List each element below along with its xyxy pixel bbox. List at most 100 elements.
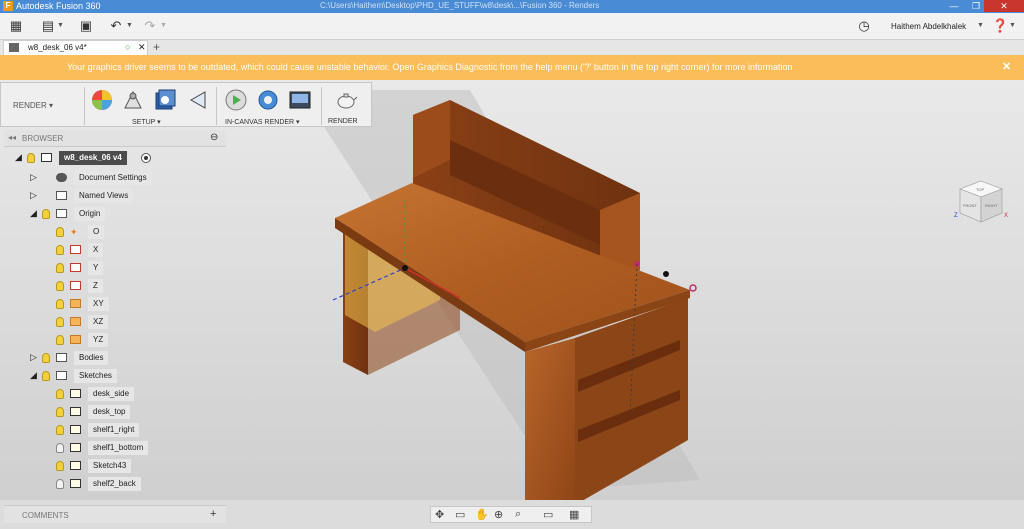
- visibility-bulb-icon[interactable]: [56, 245, 64, 255]
- undo-icon[interactable]: ↶: [108, 19, 124, 33]
- document-tab-label: w8_desk_06 v4*: [28, 43, 87, 52]
- expand-toggle-icon[interactable]: ◢: [30, 208, 37, 219]
- visibility-bulb-icon[interactable]: [56, 281, 64, 291]
- capture-image-icon[interactable]: [288, 88, 312, 112]
- display-settings-icon[interactable]: ▭: [543, 508, 553, 521]
- browser-node-shelf2-back[interactable]: shelf2_back: [4, 477, 226, 491]
- folder-icon: [56, 209, 67, 218]
- expand-toggle-icon[interactable]: ◢: [30, 370, 37, 381]
- decal-icon[interactable]: [187, 88, 211, 112]
- browser-node-origin[interactable]: ◢ Origin: [4, 207, 226, 221]
- visibility-bulb-icon[interactable]: [42, 371, 50, 381]
- appearance-icon[interactable]: [90, 88, 114, 112]
- save-icon[interactable]: ▣: [78, 19, 94, 33]
- clock-icon[interactable]: ◷: [856, 19, 872, 33]
- origin-point[interactable]: [402, 265, 408, 271]
- render-teapot-icon[interactable]: [334, 88, 358, 112]
- browser-node-desk-top[interactable]: desk_top: [4, 405, 226, 419]
- browser-node-label: X: [88, 243, 104, 257]
- redo-icon[interactable]: ↷: [142, 19, 158, 33]
- plane-icon: [70, 317, 81, 326]
- redo-caret-icon[interactable]: ▼: [160, 22, 167, 29]
- browser-node-xz[interactable]: XZ: [4, 315, 226, 329]
- browser-node-label: Y: [88, 261, 104, 275]
- visibility-bulb-icon[interactable]: [56, 407, 64, 417]
- browser-node-w8-desk-06-v4[interactable]: ◢ w8_desk_06 v4: [4, 151, 226, 165]
- visibility-bulb-icon[interactable]: [56, 389, 64, 399]
- orbit-icon[interactable]: ✥: [435, 508, 444, 521]
- new-tab-button[interactable]: +: [153, 40, 160, 54]
- browser-node-bodies[interactable]: ▷ Bodies: [4, 351, 226, 365]
- expand-toggle-icon[interactable]: ▷: [30, 190, 37, 201]
- file-menu-caret-icon[interactable]: ▼: [57, 22, 64, 29]
- browser-node-label: shelf1_bottom: [88, 441, 149, 455]
- add-comment-button[interactable]: +: [210, 508, 216, 520]
- expand-toggle-icon[interactable]: ◢: [15, 152, 22, 163]
- render-group-label[interactable]: RENDER: [328, 118, 358, 125]
- visibility-bulb-icon[interactable]: [56, 461, 64, 471]
- visibility-bulb-icon[interactable]: [56, 299, 64, 309]
- close-warning-button[interactable]: ✕: [1002, 60, 1011, 73]
- visibility-bulb-icon[interactable]: [56, 335, 64, 345]
- browser-node-yz[interactable]: YZ: [4, 333, 226, 347]
- browser-node-document-settings[interactable]: ▷ Document Settings: [4, 171, 226, 185]
- user-name[interactable]: Haithem Abdelkhalek: [891, 22, 966, 31]
- grid-settings-icon[interactable]: ▦: [569, 508, 579, 521]
- view-cube[interactable]: TOP FRONT RIGHT Z X: [952, 175, 1010, 233]
- browser-node-desk-side[interactable]: desk_side: [4, 387, 226, 401]
- expand-toggle-icon[interactable]: ▷: [30, 172, 37, 183]
- browser-node-sketches[interactable]: ◢ Sketches: [4, 369, 226, 383]
- browser-node-z[interactable]: Z: [4, 279, 226, 293]
- zoom-icon[interactable]: ⊕: [494, 508, 503, 521]
- sketch-point-2[interactable]: [663, 271, 669, 277]
- expand-toggle-icon[interactable]: ▷: [30, 352, 37, 363]
- browser-node-shelf1-right[interactable]: shelf1_right: [4, 423, 226, 437]
- help-icon[interactable]: ❓: [992, 19, 1008, 33]
- undo-caret-icon[interactable]: ▼: [126, 22, 133, 29]
- minimize-browser-icon[interactable]: ⊖: [210, 132, 218, 143]
- plane-icon: [70, 335, 81, 344]
- active-component-radio-icon[interactable]: [141, 153, 151, 163]
- visibility-bulb-icon[interactable]: [56, 263, 64, 273]
- browser-node-sketch43[interactable]: Sketch43: [4, 459, 226, 473]
- browser-node-x[interactable]: X: [4, 243, 226, 257]
- workspace-switcher[interactable]: RENDER ▾: [13, 97, 79, 115]
- help-caret-icon[interactable]: ▼: [1009, 22, 1016, 29]
- visibility-bulb-icon[interactable]: [56, 443, 64, 453]
- browser-node-o[interactable]: ✦ O: [4, 225, 226, 239]
- visibility-bulb-icon[interactable]: [56, 227, 64, 237]
- comments-title: COMMENTS: [22, 511, 69, 520]
- browser-node-label: Bodies: [74, 351, 109, 365]
- visibility-bulb-icon[interactable]: [42, 209, 50, 219]
- settings-icon[interactable]: [256, 88, 280, 112]
- grid-icon[interactable]: ▦: [8, 19, 24, 33]
- close-window-button[interactable]: ✕: [984, 0, 1024, 12]
- file-icon[interactable]: ▤: [40, 19, 56, 33]
- browser-node-named-views[interactable]: ▷ Named Views: [4, 189, 226, 203]
- visibility-bulb-icon[interactable]: [56, 479, 64, 489]
- document-tab[interactable]: w8_desk_06 v4* ○ ✕: [3, 40, 148, 55]
- visibility-bulb-icon[interactable]: [56, 425, 64, 435]
- browser-node-shelf1-bottom[interactable]: shelf1_bottom: [4, 441, 226, 455]
- user-caret-icon[interactable]: ▼: [977, 22, 984, 29]
- comments-panel[interactable]: COMMENTS +: [4, 505, 226, 523]
- browser-node-label: YZ: [88, 333, 109, 347]
- in-canvas-render-icon[interactable]: [224, 88, 248, 112]
- visibility-bulb-icon[interactable]: [27, 153, 35, 163]
- look-at-icon[interactable]: ▭: [455, 508, 465, 521]
- collapse-panel-icon[interactable]: ◂◂: [8, 133, 16, 142]
- browser-node-xy[interactable]: XY: [4, 297, 226, 311]
- folder-icon: [56, 371, 67, 380]
- fit-icon[interactable]: ⌕: [515, 508, 521, 521]
- in-canvas-render-group-label[interactable]: IN-CANVAS RENDER ▾: [225, 118, 300, 126]
- browser-header[interactable]: ◂◂ BROWSER ⊖: [4, 130, 226, 147]
- sketch-point-3[interactable]: [689, 284, 697, 292]
- setup-group-label[interactable]: SETUP ▾: [132, 118, 161, 126]
- visibility-bulb-icon[interactable]: [56, 317, 64, 327]
- close-tab-button[interactable]: ✕: [138, 42, 146, 53]
- texture-map-icon[interactable]: [153, 88, 177, 112]
- scene-settings-icon[interactable]: [121, 88, 145, 112]
- pan-icon[interactable]: ✋: [475, 508, 489, 521]
- browser-node-y[interactable]: Y: [4, 261, 226, 275]
- visibility-bulb-icon[interactable]: [42, 353, 50, 363]
